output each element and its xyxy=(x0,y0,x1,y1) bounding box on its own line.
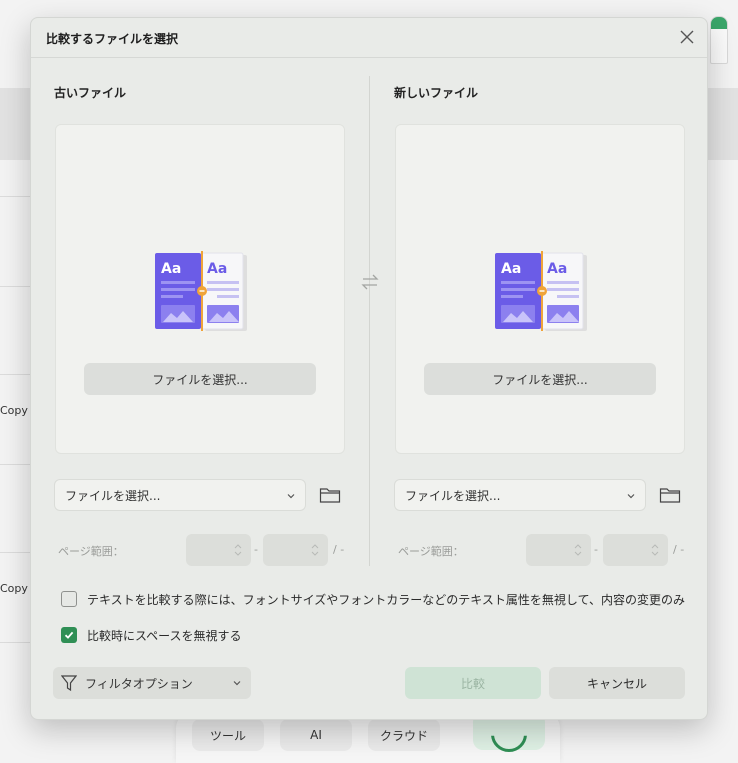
dialog-header: 比較するファイルを選択 xyxy=(31,18,707,58)
folder-icon xyxy=(319,488,341,503)
background-row-divider xyxy=(0,552,30,553)
panel-divider xyxy=(369,76,370,566)
old-page-start-stepper xyxy=(186,534,251,566)
background-copy-label: Copy xyxy=(0,404,28,417)
stepper-arrows-icon xyxy=(311,544,319,556)
background-row-divider xyxy=(0,374,30,375)
background-row-divider xyxy=(0,196,30,197)
new-range-separator: - xyxy=(594,543,598,556)
dialog-title: 比較するファイルを選択 xyxy=(46,32,179,46)
stepper-arrows-icon xyxy=(234,544,242,556)
new-total-pages: / - xyxy=(673,543,685,556)
ignore-attributes-label: テキストを比較する際には、フォントサイズやフォントカラーなどのテキスト属性を無視… xyxy=(87,592,685,607)
cancel-button[interactable]: キャンセル xyxy=(549,667,685,699)
ignore-attributes-checkbox[interactable] xyxy=(61,591,77,607)
old-file-select-value: ファイルを選択... xyxy=(65,488,161,503)
new-choose-file-button[interactable]: ファイルを選択... xyxy=(424,363,656,395)
new-page-range-label: ページ範囲： xyxy=(398,545,464,558)
old-total-pages: / - xyxy=(333,543,345,556)
chevron-down-icon xyxy=(287,494,295,499)
old-page-end-stepper xyxy=(263,534,328,566)
close-icon xyxy=(680,30,694,44)
stepper-arrows-icon xyxy=(651,544,659,556)
new-folder-button[interactable] xyxy=(658,483,682,507)
document-compare-icon: Aa Aa xyxy=(155,251,247,331)
old-folder-button[interactable] xyxy=(318,483,342,507)
old-file-select[interactable]: ファイルを選択... xyxy=(54,479,306,511)
toolbar-cloud-button[interactable]: クラウド xyxy=(368,719,440,751)
compare-button[interactable]: 比較 xyxy=(405,667,541,699)
close-button[interactable] xyxy=(676,26,698,48)
illustration-aa-text: Aa xyxy=(207,261,227,277)
old-file-drop-zone[interactable]: Aa Aa ファイルを選択... xyxy=(55,124,345,454)
filter-options-button[interactable]: フィルタオプション xyxy=(53,667,251,699)
chevron-down-icon xyxy=(627,494,635,499)
new-file-select-value: ファイルを選択... xyxy=(405,488,501,503)
new-file-select[interactable]: ファイルを選択... xyxy=(394,479,646,511)
swap-icon[interactable] xyxy=(360,273,380,291)
background-row-divider xyxy=(0,642,30,643)
chevron-down-icon xyxy=(233,681,241,686)
background-row-divider xyxy=(0,464,30,465)
illustration-aa-text: Aa xyxy=(501,261,521,277)
old-choose-file-button[interactable]: ファイルを選択... xyxy=(84,363,316,395)
folder-icon xyxy=(659,488,681,503)
new-file-title: 新しいファイル xyxy=(394,86,479,100)
old-file-title: 古いファイル xyxy=(54,86,127,100)
ignore-spaces-label: 比較時にスペースを無視する xyxy=(87,628,242,643)
document-compare-icon: Aa Aa xyxy=(495,251,587,331)
illustration-aa-text: Aa xyxy=(547,261,567,277)
background-row-divider xyxy=(0,286,30,287)
stepper-arrows-icon xyxy=(574,544,582,556)
old-page-range-label: ページ範囲： xyxy=(58,545,124,558)
toolbar-ai-button[interactable]: AI xyxy=(280,719,352,751)
ignore-attributes-option[interactable]: テキストを比較する際には、フォントサイズやフォントカラーなどのテキスト属性を無視… xyxy=(61,590,685,608)
filter-options-label: フィルタオプション xyxy=(85,676,193,691)
filter-icon xyxy=(61,675,77,692)
checkmark-icon xyxy=(64,631,74,639)
app-logo-icon xyxy=(710,16,728,64)
toolbar-tools-button[interactable]: ツール xyxy=(192,719,264,751)
ignore-spaces-option[interactable]: 比較時にスペースを無視する xyxy=(61,626,242,644)
background-copy-label: Copy xyxy=(0,582,28,595)
illustration-aa-text: Aa xyxy=(161,261,181,277)
compare-files-dialog: 比較するファイルを選択 古いファイル Aa Aa ファイルを選択... 新しいフ… xyxy=(30,17,708,720)
new-page-end-stepper xyxy=(603,534,668,566)
new-page-start-stepper xyxy=(526,534,591,566)
new-file-drop-zone[interactable]: Aa Aa ファイルを選択... xyxy=(395,124,685,454)
old-range-separator: - xyxy=(254,543,258,556)
ignore-spaces-checkbox[interactable] xyxy=(61,627,77,643)
